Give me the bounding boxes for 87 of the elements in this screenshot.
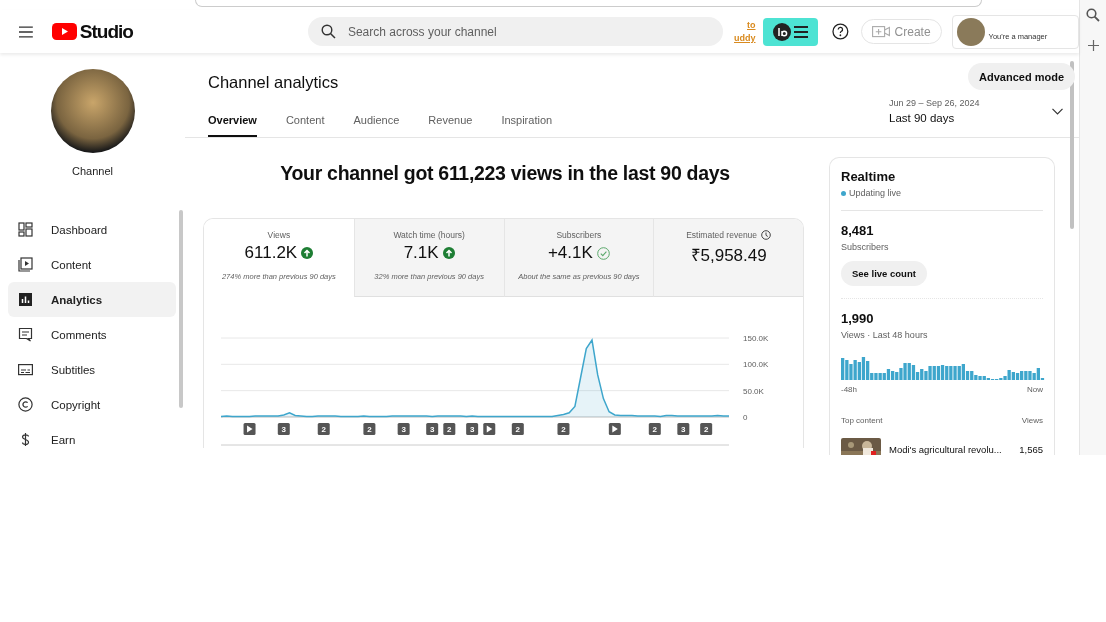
channel-label: Channel [71,165,114,177]
axis-label: 150.0K [743,334,769,343]
video-count-marker[interactable]: 2 [317,423,330,435]
metric-label: Estimated revenue [686,230,772,240]
scrollbar-thumb[interactable] [1070,61,1074,229]
metric-label: Views [267,230,291,240]
up-arrow-icon [442,247,455,259]
video-count-marker[interactable]: 2 [511,423,524,435]
axis-label: 50.0K [743,386,764,396]
subtitles-icon [18,362,33,377]
views-label: Views · Last 48 hours [841,330,929,340]
video-count-marker[interactable]: 2 [700,423,713,435]
date-range-dropdown[interactable]: Jun 29 – Sep 26, 2024 Last 90 days [889,98,1063,124]
video-count-marker[interactable]: 2 [557,423,570,435]
metric-tab[interactable]: Estimated revenue ₹5,958.49 [653,219,803,297]
search-field[interactable]: Search across your channel [307,17,723,46]
video-count-marker[interactable]: 3 [397,423,410,435]
video-count-marker[interactable]: 2 [443,423,456,435]
tab[interactable]: Revenue [428,114,473,137]
metric-label: Subscribers [556,230,602,240]
video-marker[interactable] [243,423,256,435]
view-count: 1,565 [1019,443,1043,455]
search-icon[interactable] [1086,8,1100,22]
metric-value: +4.1K [547,243,610,263]
play-logo-icon [51,23,77,40]
status-dot [841,190,846,196]
scrollbar-thumb[interactable] [179,210,183,408]
dashboard-icon [18,222,33,237]
headline: Your channel got 611,223 views in the last 90 days [279,162,731,185]
search-icon [320,24,336,39]
sidebar-item[interactable]: Content [8,247,176,282]
comment-icon [18,327,33,342]
extension-button[interactable] [762,17,818,46]
video-marker[interactable] [483,423,496,435]
avatar [956,17,985,46]
logo-text: Studio [79,20,133,43]
video-title: Modi's agricultural revolu... [889,443,1003,455]
video-plus-icon [871,25,890,38]
tab[interactable]: Overview [208,114,257,137]
menu-icon[interactable] [19,25,33,38]
status-text: Updating live [849,188,902,198]
metric-value: ₹5,958.49 [690,245,767,266]
clock-icon [761,230,772,240]
plus-icon[interactable] [1087,40,1099,51]
card-title: Realtime [841,169,897,184]
axis-label: -48h [841,385,857,394]
sidebar-item[interactable]: Copyright [8,387,176,422]
axis-label: 0 [743,413,748,422]
help-icon[interactable] [831,23,849,40]
top-content-row[interactable]: Modi's agricultural revolu... 1,565 [841,438,1043,455]
video-count-marker[interactable]: 3 [466,423,479,435]
page-title: Channel analytics [208,73,339,92]
video-count-marker[interactable]: 3 [677,423,690,435]
sidebar-item[interactable]: Dashboard [8,212,176,247]
sidebar-item[interactable]: Subtitles [8,352,176,387]
views-count: 1,990 [841,311,875,326]
sidebar-item[interactable]: Earn [8,422,176,455]
subscriber-count: 8,481 [841,223,875,238]
metric-label: Watch time (hours) [393,230,465,240]
video-count-marker[interactable]: 2 [648,423,661,435]
video-count-marker[interactable]: 3 [426,423,439,435]
tab[interactable]: Content [285,114,325,137]
badge-menu-icon [771,21,809,42]
column-heading: Views [1021,416,1043,425]
chevron-down-icon [1052,107,1063,115]
copyright-icon [18,397,33,412]
video-marker[interactable] [608,423,621,435]
metric-value: 611.2K [244,243,314,263]
sidebar-item[interactable]: Analytics [8,282,176,317]
check-circle-icon [596,246,610,260]
date-range-text: Jun 29 – Sep 26, 2024 [889,98,980,108]
axis-label: 100.0K [743,360,769,370]
tab[interactable]: Audience [353,114,400,137]
video-library-icon [18,257,33,272]
metric-value: 7.1K [403,243,455,263]
column-heading: Top content [841,416,883,425]
subscriber-label: Subscribers [841,242,890,252]
video-count-marker[interactable]: 3 [277,423,290,435]
axis-label: Now [1027,385,1043,394]
see-live-count-button[interactable]: See live count [841,261,927,286]
tab[interactable]: Inspiration [501,114,553,137]
date-range-label: Last 90 days [889,112,956,124]
up-arrow-icon [301,247,314,259]
bar-chart-icon [18,292,33,307]
video-count-marker[interactable]: 2 [363,423,376,435]
sidebar-item[interactable]: Comments [8,317,176,352]
advanced-mode-button[interactable]: Advanced mode [968,63,1075,90]
